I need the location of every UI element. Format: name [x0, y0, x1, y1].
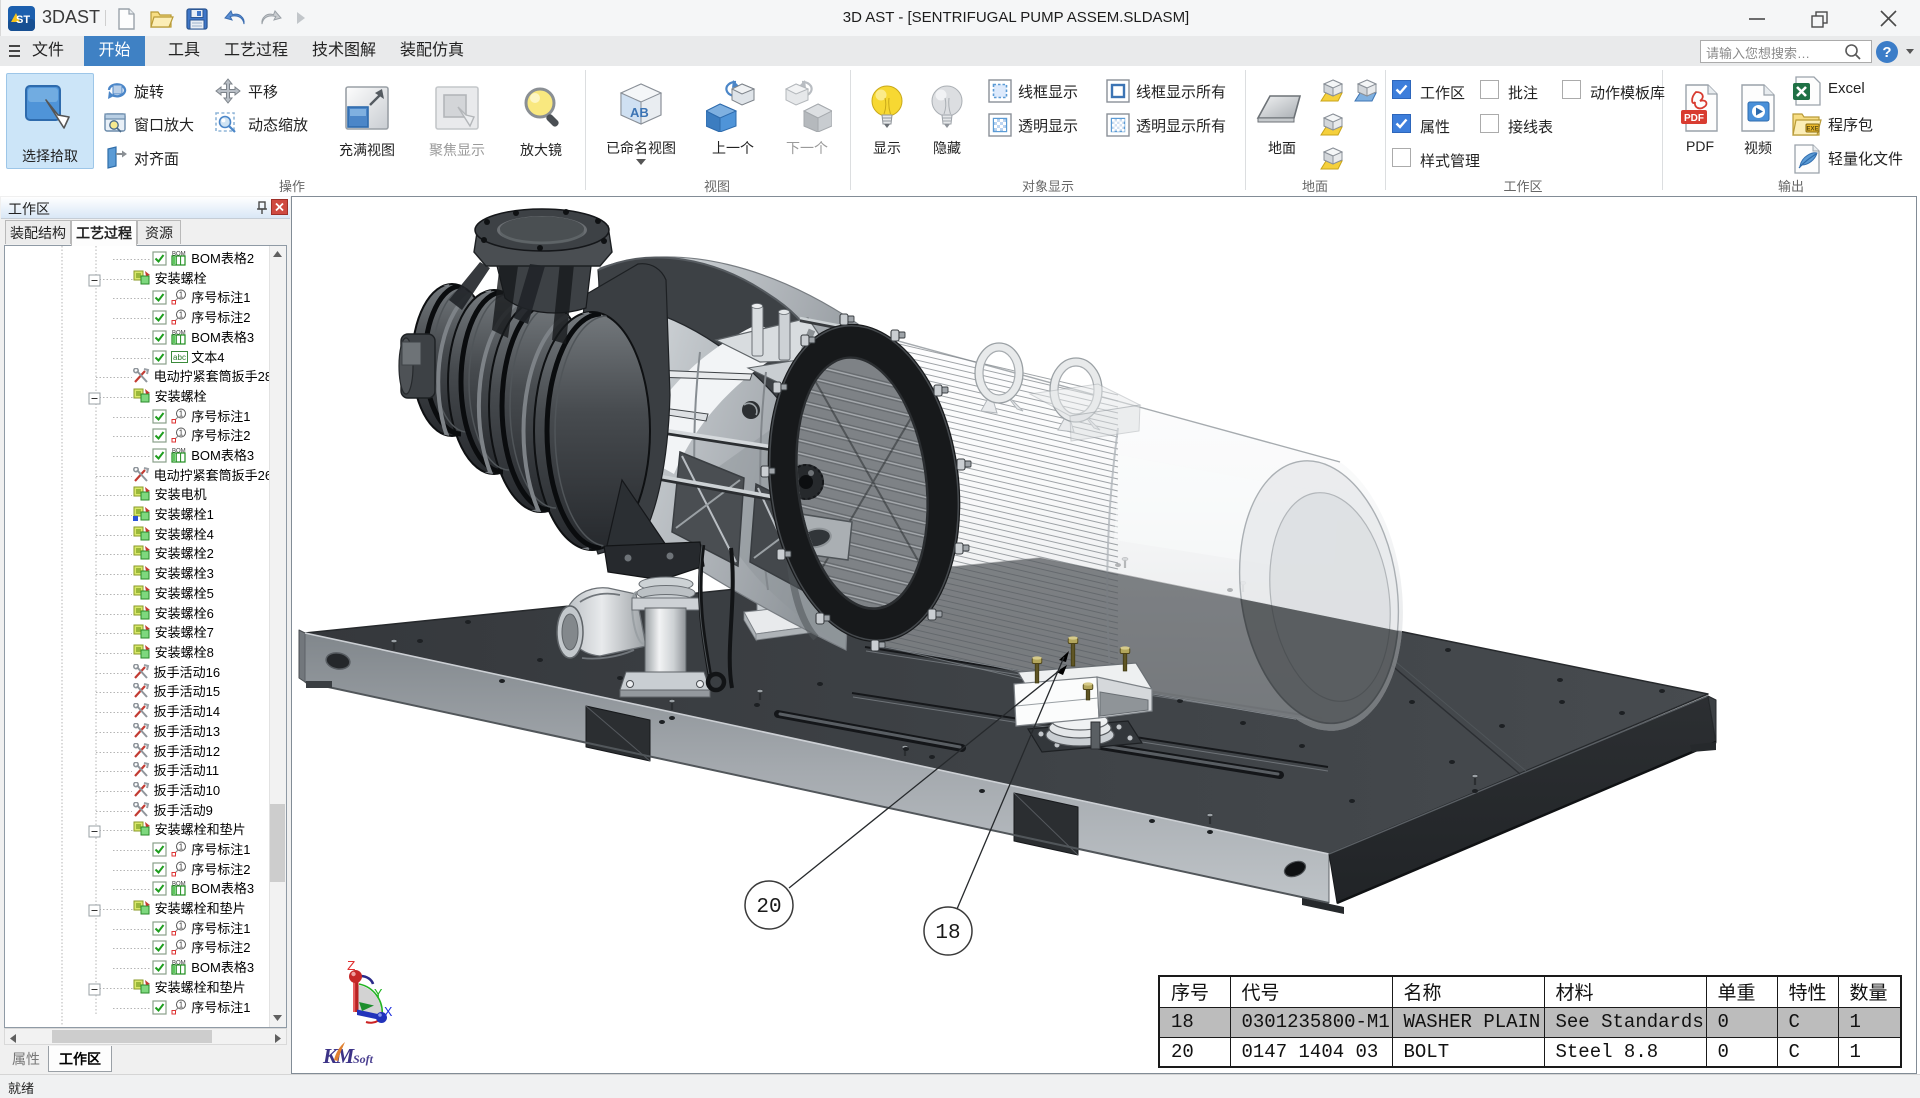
svg-text:PDF: PDF: [1684, 113, 1704, 124]
svg-text:1: 1: [178, 429, 183, 438]
svg-text:EXE: EXE: [1806, 127, 1818, 133]
svg-text:1: 1: [178, 1001, 183, 1010]
svg-text:Z: Z: [347, 959, 355, 975]
svg-text:1: 1: [178, 922, 183, 931]
svg-text:20: 20: [756, 896, 781, 919]
svg-text:1: 1: [178, 410, 183, 419]
svg-text:ST: ST: [16, 14, 30, 26]
svg-text:18: 18: [935, 922, 960, 945]
svg-text:?: ?: [1882, 44, 1891, 61]
svg-text:AB: AB: [630, 105, 649, 120]
svg-text:X: X: [384, 1005, 393, 1021]
svg-text:1: 1: [178, 941, 183, 950]
svg-text:1: 1: [178, 291, 183, 300]
svg-text:abc: abc: [173, 353, 186, 362]
svg-text:1: 1: [178, 843, 183, 852]
svg-text:Soft: Soft: [353, 1052, 374, 1066]
svg-text:Y: Y: [374, 987, 383, 1003]
svg-text:1: 1: [178, 863, 183, 872]
svg-text:1: 1: [178, 311, 183, 320]
